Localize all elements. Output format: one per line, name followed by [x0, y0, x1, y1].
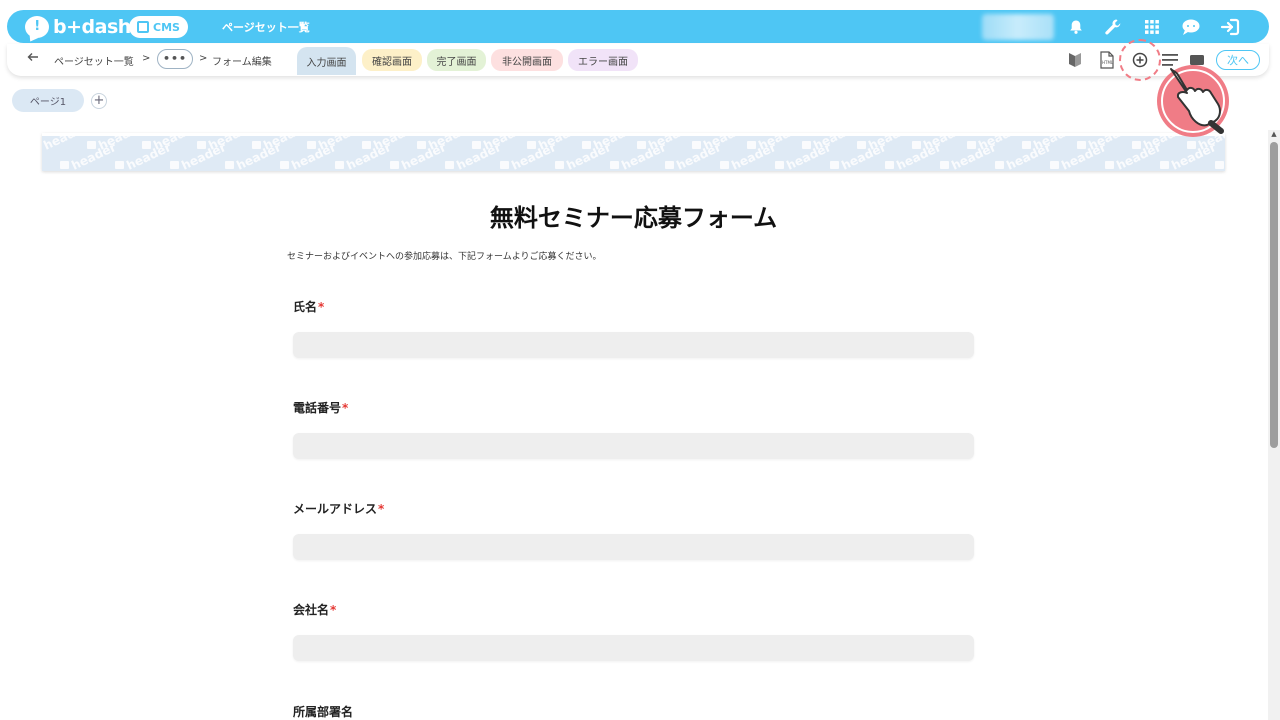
company-input[interactable] [293, 635, 974, 661]
apps-grid-icon[interactable] [1142, 17, 1162, 37]
tab-error-screen[interactable]: エラー画面 [568, 49, 638, 71]
tab-label: 完了画面 [436, 56, 477, 68]
add-page-button[interactable]: + [91, 93, 107, 109]
field-label-text: 会社名 [293, 603, 330, 617]
required-mark: * [318, 300, 325, 314]
image-placeholder-icon [830, 161, 839, 169]
wrench-icon[interactable] [1103, 17, 1123, 37]
image-placeholder-icon [170, 161, 179, 169]
scroll-up-arrow-icon[interactable]: ▲ [1269, 130, 1279, 138]
edit-icon [137, 21, 150, 33]
image-placeholder-icon [885, 161, 894, 169]
scrollbar-thumb[interactable] [1270, 142, 1278, 448]
image-placeholder-icon [280, 161, 289, 169]
image-placeholder-icon [1050, 161, 1059, 169]
field-label-text: メールアドレス [293, 502, 378, 516]
top-title: ページセット一覧 [222, 21, 310, 34]
arrow-left-icon[interactable] [27, 51, 39, 67]
breadcrumb-separator: > [199, 53, 208, 64]
required-mark: * [330, 603, 337, 617]
image-placeholder-icon [940, 161, 949, 169]
header-watermark-text: header [1224, 140, 1225, 171]
field-label-name: 氏名* [293, 298, 324, 315]
email-input[interactable] [293, 534, 974, 560]
image-placeholder-icon [1160, 161, 1169, 169]
image-placeholder-icon [665, 161, 674, 169]
bell-icon[interactable] [1066, 17, 1086, 37]
phone-input[interactable] [293, 433, 974, 459]
image-placeholder-icon [555, 161, 564, 169]
tab-label: 確認画面 [372, 56, 412, 68]
image-placeholder-icon [60, 161, 69, 169]
logout-icon[interactable] [1220, 17, 1240, 37]
brand-bubble-icon: ! [25, 16, 49, 38]
image-placeholder-icon [445, 161, 454, 169]
image-placeholder-icon [335, 161, 344, 169]
name-input[interactable] [293, 332, 974, 358]
tab-label: 入力画面 [306, 57, 347, 69]
breadcrumb-separator: > [142, 53, 151, 64]
beginner-icon[interactable] [1065, 50, 1085, 70]
tab-label: エラー画面 [578, 56, 628, 68]
image-placeholder-icon [390, 161, 399, 169]
header-block-placeholder[interactable]: header header header header header header head… [42, 133, 1225, 171]
field-label-email: メールアドレス* [293, 500, 384, 517]
image-placeholder-icon [1105, 161, 1114, 169]
tab-label: 非公開画面 [502, 56, 552, 68]
cms-label: CMS [153, 20, 180, 34]
form-title: 無料セミナー応募フォーム [489, 204, 778, 232]
field-label-text: 電話番号 [293, 401, 342, 415]
chat-icon[interactable] [1181, 17, 1201, 37]
cms-button[interactable]: CMS [129, 16, 188, 38]
field-label-phone: 電話番号* [293, 399, 348, 416]
html-file-icon[interactable]: HTML [1097, 50, 1117, 70]
top-navbar: ! b+dash CMS ページセット一覧 [7, 10, 1269, 43]
editor-toolbar: ページセット一覧 > ••• > フォーム編集 入力画面 確認画面 完了画面 非… [7, 44, 1269, 76]
tab-confirm-screen[interactable]: 確認画面 [362, 49, 422, 71]
image-placeholder-icon [610, 161, 619, 169]
image-placeholder-icon [500, 161, 509, 169]
field-label-text: 氏名 [293, 300, 318, 314]
header-watermark-text: header [42, 136, 90, 153]
pointing-hand-icon [1147, 59, 1241, 139]
header-watermark: header header header header header header head… [42, 136, 1225, 171]
tab-complete-screen[interactable]: 完了画面 [427, 49, 486, 71]
tab-private-screen[interactable]: 非公開画面 [491, 49, 563, 71]
breadcrumb-form-edit: フォーム編集 [212, 57, 272, 68]
field-label-department: 所属部署名 [293, 703, 353, 720]
svg-text:HTML: HTML [1102, 60, 1114, 65]
required-mark: * [342, 401, 349, 415]
field-label-text: 所属部署名 [293, 705, 354, 719]
image-placeholder-icon [115, 161, 124, 169]
image-placeholder-icon [775, 161, 784, 169]
breadcrumb-pageset-list[interactable]: ページセット一覧 [54, 53, 134, 68]
required-mark: * [378, 502, 385, 516]
user-name-blurred [982, 14, 1054, 40]
image-placeholder-icon [995, 161, 1004, 169]
image-placeholder-icon [1215, 161, 1224, 169]
form-description: セミナーおよびイベントへの参加応募は、下記フォームよりご応募ください。 [287, 252, 602, 262]
brand-logo[interactable]: ! b+dash [25, 14, 131, 40]
field-label-company: 会社名* [293, 601, 336, 618]
tab-input-screen[interactable]: 入力画面 [297, 47, 356, 75]
page-tab-1[interactable]: ページ1 [12, 89, 84, 112]
breadcrumb-more-button[interactable]: ••• [157, 49, 193, 69]
image-placeholder-icon [720, 161, 729, 169]
image-placeholder-icon [225, 161, 234, 169]
brand-name: b+dash [53, 16, 131, 38]
